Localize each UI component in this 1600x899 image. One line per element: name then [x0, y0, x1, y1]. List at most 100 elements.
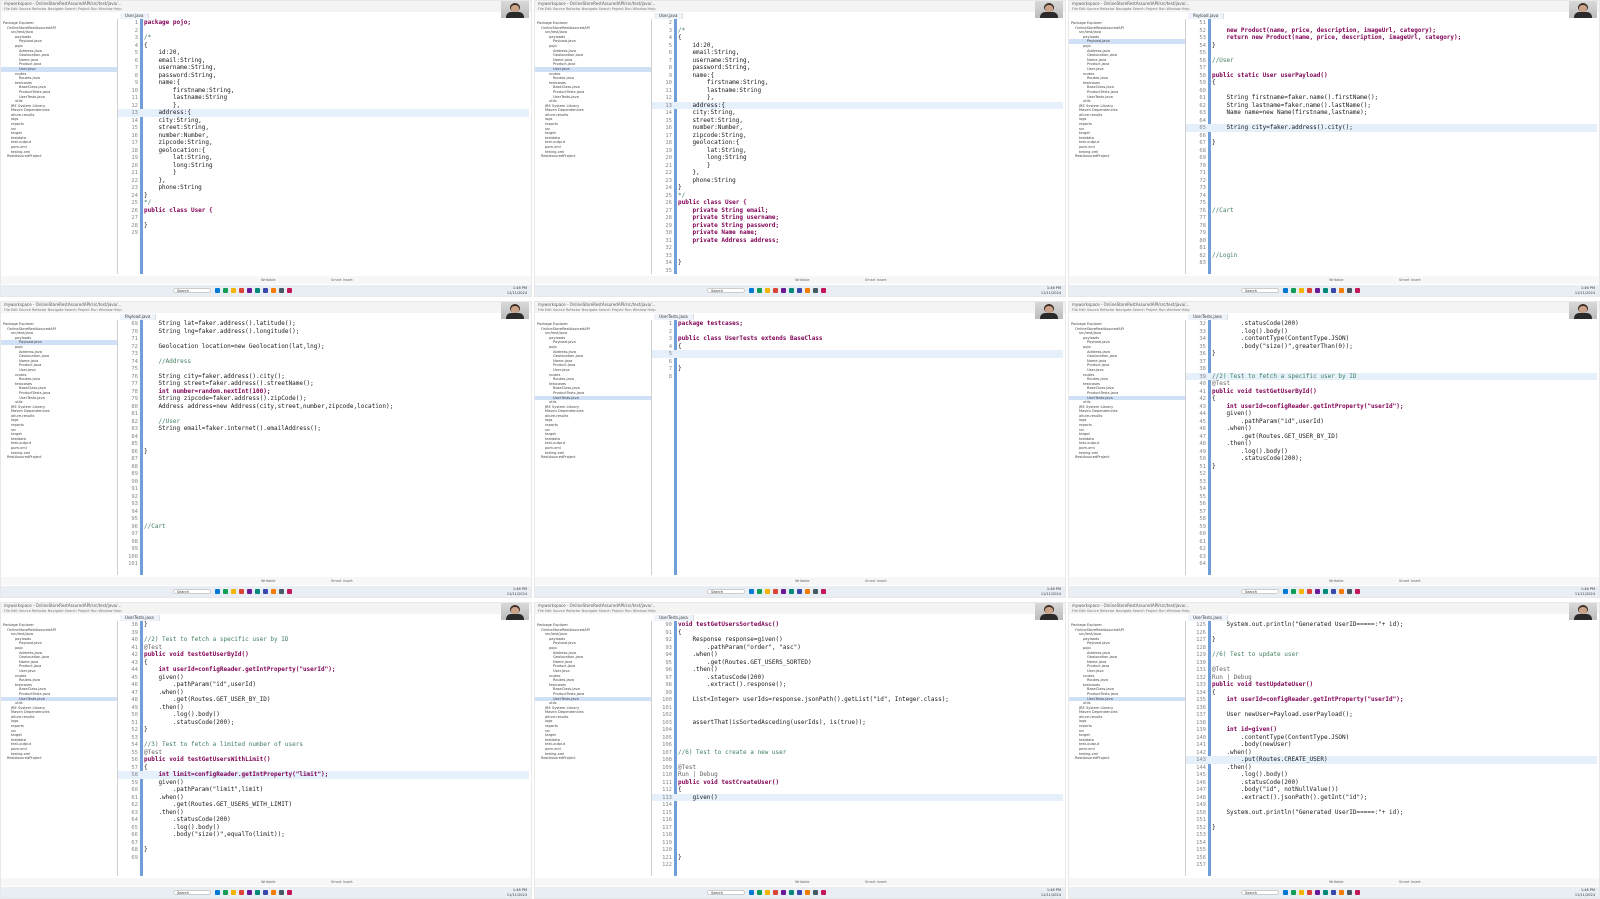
- chrome-icon[interactable]: [1339, 589, 1344, 594]
- code-line[interactable]: 54}: [1186, 42, 1597, 50]
- code-line[interactable]: 99: [118, 545, 529, 553]
- package-explorer[interactable]: Package Explorer OnlineStoreRestAssuredAP…: [1069, 621, 1186, 876]
- code-line[interactable]: 59 given(): [118, 779, 529, 787]
- mail-icon[interactable]: [255, 288, 260, 293]
- code-line[interactable]: 51}: [1186, 463, 1597, 471]
- code-line[interactable]: 6 email:String,: [652, 49, 1063, 57]
- code-line[interactable]: 72 Geolocation location=new Geolocation(…: [118, 343, 529, 351]
- code-line[interactable]: 98: [118, 538, 529, 546]
- menu-bar[interactable]: File Edit Source Refactor Navigate Searc…: [535, 7, 1065, 12]
- eclipse-icon[interactable]: [263, 589, 268, 594]
- edge-icon[interactable]: [239, 288, 244, 293]
- explorer-item[interactable]: RestAssuredProject: [1069, 756, 1185, 761]
- code-line[interactable]: 26 public class User {: [652, 199, 1063, 207]
- taskbar-search[interactable]: Search: [707, 288, 745, 293]
- store-icon[interactable]: [247, 288, 252, 293]
- code-line[interactable]: 20 long:String: [118, 162, 529, 170]
- code-line[interactable]: 39//2) Test to fetch a specific user by …: [1186, 372, 1597, 380]
- code-line[interactable]: 53: [1186, 478, 1597, 486]
- package-explorer[interactable]: Package Explorer OnlineStoreRestAssuredAP…: [1069, 320, 1186, 575]
- code-line[interactable]: 117: [652, 824, 1063, 832]
- terminal-icon[interactable]: [279, 288, 284, 293]
- code-line[interactable]: 33: [652, 252, 1063, 260]
- explorer-item[interactable]: RestAssuredProject: [535, 455, 651, 460]
- terminal-icon[interactable]: [279, 589, 284, 594]
- menu-bar[interactable]: File Edit Source Refactor Navigate Searc…: [535, 609, 1065, 614]
- code-line[interactable]: 40//2) Test to fetch a specific user by …: [118, 636, 529, 644]
- mail-icon[interactable]: [789, 890, 794, 895]
- settings-icon[interactable]: [1355, 890, 1360, 895]
- store-icon[interactable]: [247, 890, 252, 895]
- code-line[interactable]: 25 */: [652, 192, 1063, 200]
- code-line[interactable]: 14 city:String,: [118, 117, 529, 125]
- code-line[interactable]: 11 lastname:String: [652, 87, 1063, 95]
- code-line[interactable]: 109 @Test: [652, 764, 1063, 772]
- code-line[interactable]: 62 String lastname=faker.name().lastName…: [1186, 102, 1597, 110]
- eclipse-icon[interactable]: [1331, 890, 1336, 895]
- file-explorer-icon[interactable]: [765, 589, 770, 594]
- code-line[interactable]: 81: [118, 410, 529, 418]
- code-line[interactable]: 134{: [1186, 689, 1597, 697]
- code-line[interactable]: 55 @Test: [118, 749, 529, 757]
- package-explorer[interactable]: Package Explorer OnlineStoreRestAssuredAP…: [1, 621, 118, 876]
- code-line[interactable]: 6 email:String,: [118, 57, 529, 65]
- code-line[interactable]: 22 },: [118, 177, 529, 185]
- code-line[interactable]: 104: [652, 726, 1063, 734]
- code-line[interactable]: 57{: [118, 764, 529, 772]
- code-line[interactable]: 157: [1186, 861, 1597, 869]
- start-icon[interactable]: [749, 890, 754, 895]
- code-line[interactable]: 23 phone:String: [118, 184, 529, 192]
- menu-bar[interactable]: File Edit Source Refactor Navigate Searc…: [1069, 7, 1599, 12]
- code-line[interactable]: 118: [652, 831, 1063, 839]
- code-line[interactable]: 49 .log().body(): [1186, 448, 1597, 456]
- code-line[interactable]: 146 .statusCode(200): [1186, 779, 1597, 787]
- code-line[interactable]: 82//Login: [1186, 252, 1597, 260]
- code-line[interactable]: 63 .then(): [118, 809, 529, 817]
- terminal-icon[interactable]: [279, 890, 284, 895]
- code-line[interactable]: 156: [1186, 854, 1597, 862]
- code-line[interactable]: 53 return new Product(name, price, descr…: [1186, 34, 1597, 42]
- code-line[interactable]: 5 id:20,: [118, 49, 529, 57]
- search-icon[interactable]: [1291, 890, 1296, 895]
- start-icon[interactable]: [749, 288, 754, 293]
- eclipse-icon[interactable]: [263, 288, 268, 293]
- code-line[interactable]: 56: [1186, 500, 1597, 508]
- mail-icon[interactable]: [255, 890, 260, 895]
- menu-bar[interactable]: File Edit Source Refactor Navigate Searc…: [1, 308, 531, 313]
- explorer-item[interactable]: RestAssuredProject: [535, 756, 651, 761]
- code-line[interactable]: 142 .when(): [1186, 749, 1597, 757]
- code-line[interactable]: 147 .body("id", notNullValue()): [1186, 786, 1597, 794]
- code-line[interactable]: 59: [1186, 523, 1597, 531]
- code-line[interactable]: 58 int limit=configReader.getIntProperty…: [118, 771, 529, 779]
- code-line[interactable]: 65 .log().body(): [118, 824, 529, 832]
- code-line[interactable]: 126: [1186, 629, 1597, 637]
- code-line[interactable]: 60 .pathParam("limit",limit): [118, 786, 529, 794]
- code-editor[interactable]: 32 .statusCode(200) 33 .log().body() 34 .c…: [1186, 320, 1597, 575]
- code-line[interactable]: 61 String firstname=faker.name().firstNa…: [1186, 94, 1597, 102]
- code-line[interactable]: 70: [1186, 162, 1597, 170]
- code-line[interactable]: 25 */: [118, 199, 529, 207]
- start-icon[interactable]: [215, 589, 220, 594]
- code-line[interactable]: 16 number:Number,: [652, 124, 1063, 132]
- code-line[interactable]: 3/*: [652, 27, 1063, 35]
- code-line[interactable]: 129//6) Test to update user: [1186, 651, 1597, 659]
- code-line[interactable]: 17 zipcode:String,: [652, 132, 1063, 140]
- code-editor[interactable]: 1 package testcases; 2 3 public class UserTe…: [652, 320, 1063, 575]
- code-line[interactable]: 100 List<Integer> userIds=response.jsonP…: [652, 696, 1063, 704]
- code-line[interactable]: 71: [1186, 169, 1597, 177]
- taskbar-search[interactable]: Search: [173, 890, 211, 895]
- code-line[interactable]: 94: [118, 508, 529, 516]
- code-line[interactable]: 8 password:String,: [652, 64, 1063, 72]
- code-line[interactable]: 112{: [652, 786, 1063, 794]
- edge-icon[interactable]: [239, 890, 244, 895]
- code-line[interactable]: 20 long:String: [652, 154, 1063, 162]
- code-line[interactable]: 24}: [118, 192, 529, 200]
- explorer-item[interactable]: RestAssuredProject: [1069, 455, 1185, 460]
- start-icon[interactable]: [749, 589, 754, 594]
- code-line[interactable]: 77: [1186, 214, 1597, 222]
- mail-icon[interactable]: [789, 589, 794, 594]
- search-icon[interactable]: [223, 890, 228, 895]
- code-line[interactable]: 122: [652, 861, 1063, 869]
- code-line[interactable]: 92 Response response=given(): [652, 636, 1063, 644]
- settings-icon[interactable]: [1355, 589, 1360, 594]
